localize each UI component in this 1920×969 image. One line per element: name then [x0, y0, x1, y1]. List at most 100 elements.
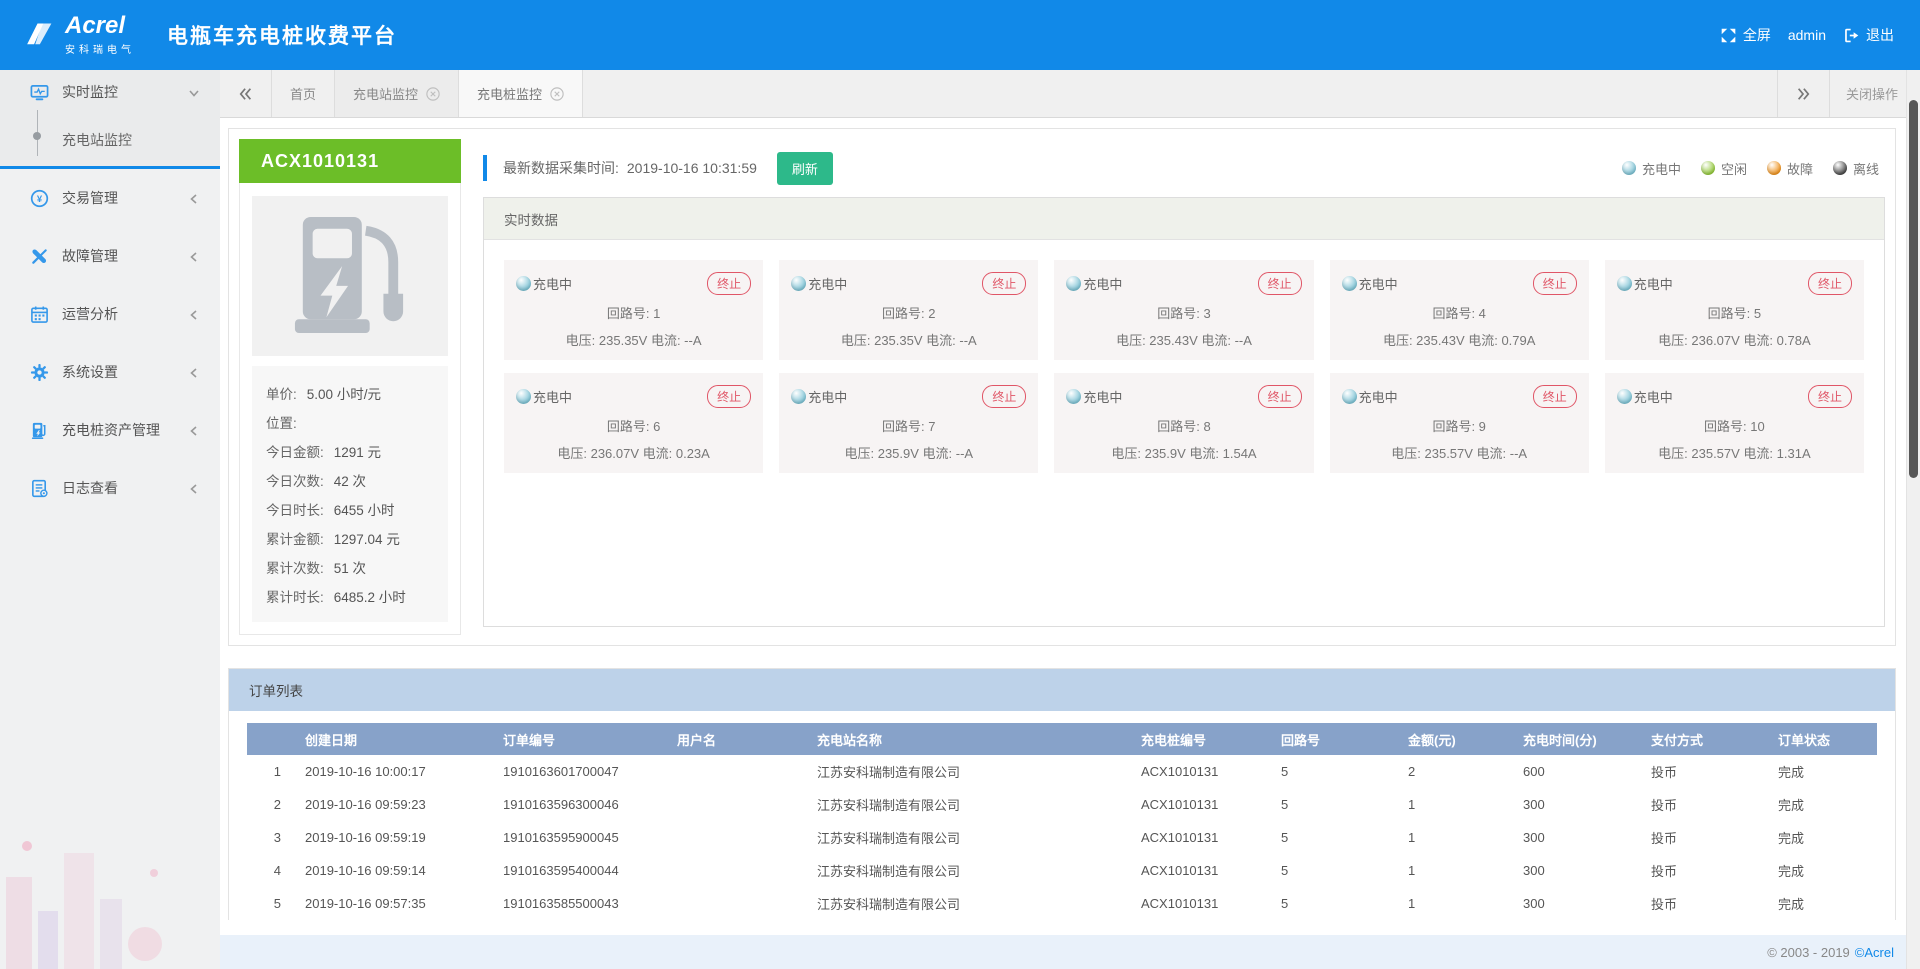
sidebar-item-2[interactable]: 故障管理	[0, 227, 220, 285]
cell-charge-minutes: 600	[1515, 755, 1643, 788]
footer-brand-link[interactable]: ©Acrel	[1855, 945, 1894, 960]
fullscreen-button[interactable]: 全屏	[1720, 25, 1771, 45]
stat-label: 累计时长:	[266, 586, 324, 606]
refresh-button[interactable]: 刷新	[777, 152, 833, 185]
circuit-voltage-current: 电压: 235.9V 电流: 1.54A	[1066, 443, 1301, 462]
acrel-logo-icon	[26, 20, 56, 50]
circuit-card: 充电中终止回路号: 3电压: 235.43V 电流: --A	[1054, 260, 1313, 360]
terminate-button[interactable]: 终止	[1808, 272, 1852, 295]
circuit-status: 充电中	[1083, 274, 1122, 293]
sidebar-subitem[interactable]: 充电站监控	[0, 114, 220, 166]
chevron-left-icon	[188, 192, 200, 204]
tab-1[interactable]: 充电站监控	[335, 70, 459, 117]
stat-value: 6485.2 小时	[334, 586, 406, 606]
terminate-button[interactable]: 终止	[1258, 272, 1302, 295]
legend-label: 离线	[1853, 159, 1879, 178]
circuit-voltage-current: 电压: 235.9V 电流: --A	[791, 443, 1026, 462]
sidebar-item-label: 运营分析	[62, 304, 118, 324]
scrollbar-thumb[interactable]	[1909, 100, 1918, 478]
terminate-button[interactable]: 终止	[1533, 272, 1577, 295]
orders-panel: 订单列表 创建日期订单编号用户名充电站名称充电桩编号回路号金额(元)充电时间(分…	[228, 668, 1896, 920]
tab-close-icon[interactable]	[550, 87, 564, 101]
logout-label: 退出	[1866, 25, 1894, 45]
circuit-number: 回路号: 2	[791, 303, 1026, 322]
sidebar-item-5[interactable]: 充电桩资产管理	[0, 401, 220, 459]
table-row: 52019-10-16 09:57:351910163585500043江苏安科…	[247, 887, 1877, 920]
circuit-status: 充电中	[1634, 274, 1673, 293]
terminate-button[interactable]: 终止	[982, 385, 1026, 408]
circuit-card: 充电中终止回路号: 2电压: 235.35V 电流: --A	[779, 260, 1038, 360]
tab-close-icon[interactable]	[426, 87, 440, 101]
cell-pile-number: ACX1010131	[1133, 821, 1273, 854]
cell-pile-number: ACX1010131	[1133, 854, 1273, 887]
cell-station-name: 江苏安科瑞制造有限公司	[809, 821, 1133, 854]
circuit-card: 充电中终止回路号: 10电压: 235.57V 电流: 1.31A	[1605, 373, 1864, 473]
realtime-panel-title: 实时数据	[484, 198, 1884, 240]
chevron-left-icon	[188, 366, 200, 378]
chevron-left-icon	[188, 424, 200, 436]
cell-username	[669, 854, 809, 887]
terminate-button[interactable]: 终止	[1258, 385, 1302, 408]
cell-order-number: 1910163595400044	[495, 854, 669, 887]
terminate-button[interactable]: 终止	[707, 272, 751, 295]
cell-pile-number: ACX1010131	[1133, 755, 1273, 788]
charging-status-orb-icon	[1342, 389, 1357, 404]
legend-item: 充电中	[1622, 159, 1681, 178]
cell-station-name: 江苏安科瑞制造有限公司	[809, 854, 1133, 887]
close-operations-button[interactable]: 关闭操作	[1829, 70, 1904, 117]
cell-username	[669, 887, 809, 920]
sidebar-item-0[interactable]: 实时监控	[0, 70, 220, 114]
fullscreen-label: 全屏	[1743, 25, 1771, 45]
stat-line: 累计次数:51 次	[266, 552, 444, 581]
chevron-down-icon	[188, 86, 200, 98]
stat-value: 5.00 小时/元	[307, 383, 381, 403]
legend-orb-icon	[1622, 161, 1636, 175]
cell-pay-method: 投币	[1643, 755, 1770, 788]
sidebar-group-0: 实时监控充电站监控	[0, 70, 220, 169]
terminate-button[interactable]: 终止	[1533, 385, 1577, 408]
stat-line: 累计金额:1297.04 元	[266, 523, 444, 552]
charging-pile-icon	[291, 213, 409, 339]
circuit-voltage-current: 电压: 236.07V 电流: 0.78A	[1617, 330, 1852, 349]
pile-icon	[30, 421, 49, 440]
sidebar-item-label: 系统设置	[62, 362, 118, 382]
sidebar-group-6: 日志查看	[0, 459, 220, 517]
stat-value: 6455 小时	[334, 499, 395, 519]
sidebar-item-3[interactable]: 运营分析	[0, 285, 220, 343]
stat-label: 单价:	[266, 383, 297, 403]
charging-status-orb-icon	[1342, 276, 1357, 291]
column-header: 创建日期	[297, 723, 495, 755]
tab-2[interactable]: 充电桩监控	[459, 70, 583, 117]
charging-status-orb-icon	[516, 276, 531, 291]
circuit-number: 回路号: 5	[1617, 303, 1852, 322]
circuit-voltage-current: 电压: 235.43V 电流: --A	[1066, 330, 1301, 349]
sidebar-item-6[interactable]: 日志查看	[0, 459, 220, 517]
circuit-card: 充电中终止回路号: 9电压: 235.57V 电流: --A	[1330, 373, 1589, 473]
sidebar-item-1[interactable]: ¥交易管理	[0, 169, 220, 227]
logout-button[interactable]: 退出	[1843, 25, 1894, 45]
charging-status-orb-icon	[791, 276, 806, 291]
cell-order-status: 完成	[1770, 755, 1877, 788]
column-header-index	[247, 723, 297, 755]
double-chevron-right-icon	[1796, 87, 1810, 101]
cell-amount: 2	[1400, 755, 1515, 788]
sidebar-item-label: 交易管理	[62, 188, 118, 208]
tabs-scroll-left-button[interactable]	[220, 70, 272, 117]
tabs-scroll-right-button[interactable]	[1777, 70, 1829, 117]
column-header: 充电站名称	[809, 723, 1133, 755]
cell-order-status: 完成	[1770, 887, 1877, 920]
legend-label: 充电中	[1642, 159, 1681, 178]
accent-bar	[483, 155, 487, 181]
circuit-number: 回路号: 7	[791, 416, 1026, 435]
circuit-status: 充电中	[533, 387, 572, 406]
username[interactable]: admin	[1788, 27, 1826, 43]
charging-status-orb-icon	[791, 389, 806, 404]
terminate-button[interactable]: 终止	[1808, 385, 1852, 408]
sidebar-item-4[interactable]: 系统设置	[0, 343, 220, 401]
row-number: 1	[247, 755, 297, 788]
terminate-button[interactable]: 终止	[982, 272, 1026, 295]
circuit-number: 回路号: 4	[1342, 303, 1577, 322]
terminate-button[interactable]: 终止	[707, 385, 751, 408]
tab-0[interactable]: 首页	[272, 70, 335, 117]
column-header: 用户名	[669, 723, 809, 755]
